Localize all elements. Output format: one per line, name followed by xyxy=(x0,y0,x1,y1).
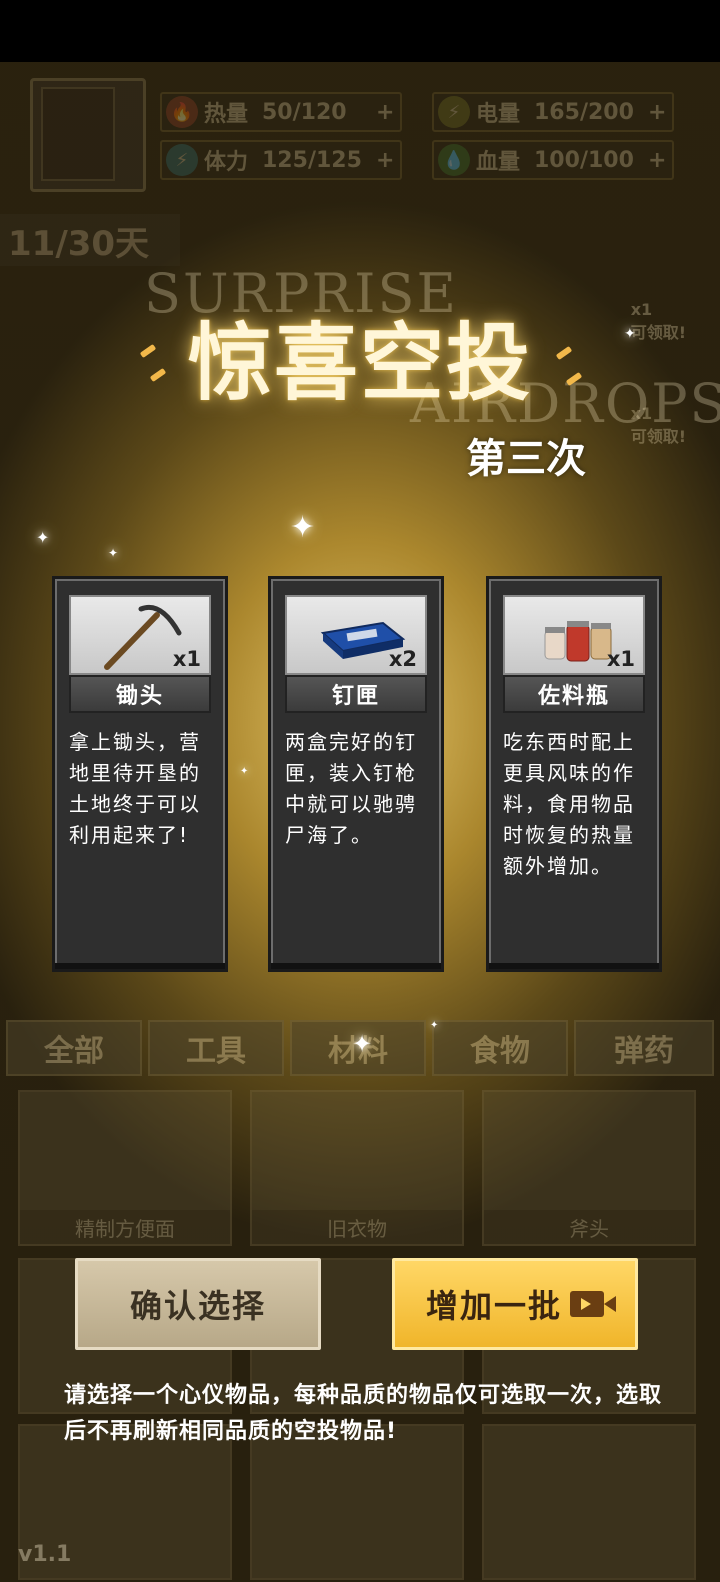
airdrop-card-pickaxe[interactable]: x1 锄头 拿上锄头，营地里待开垦的土地终于可以利用起来了! xyxy=(52,576,228,972)
card-description: 吃东西时配上更具风味的作料，食用物品时恢复的热量额外增加。 xyxy=(503,730,635,878)
tab-food[interactable]: 食物 xyxy=(432,1020,568,1076)
sparkle-icon: ✦ xyxy=(430,1020,439,1031)
avatar xyxy=(30,78,146,192)
battery-icon: ⚡ xyxy=(438,96,470,128)
card-name: 钉匣 xyxy=(285,675,427,713)
confirm-selection-button[interactable]: 确认选择 xyxy=(75,1258,321,1350)
video-camera-icon xyxy=(570,1291,616,1317)
fire-icon: 🔥 xyxy=(166,96,198,128)
version-label: v1.1 xyxy=(18,1542,72,1567)
airdrop-title: 惊喜空投 xyxy=(188,313,533,412)
sparkle-icon: ✦ xyxy=(624,326,636,342)
airdrop-card-spice[interactable]: x1 佐料瓶 吃东西时配上更具风味的作料，食用物品时恢复的热量额外增加。 xyxy=(486,576,662,972)
card-description: 拿上锄头，营地里待开垦的土地终于可以利用起来了! xyxy=(69,730,201,847)
card-image: x2 xyxy=(285,595,427,675)
stat-power: ⚡ 电量 165/200 + xyxy=(432,92,674,132)
tab-all[interactable]: 全部 xyxy=(6,1020,142,1076)
stat-stamina: ⚡ 体力 125/125 + xyxy=(160,140,402,180)
inventory-item[interactable]: 旧衣物 xyxy=(250,1090,464,1246)
blood-drop-icon: 💧 xyxy=(438,144,470,176)
sparkle-icon: ✦ xyxy=(240,766,249,777)
lightning-icon: ⚡ xyxy=(166,144,198,176)
card-description: 两盒完好的钉匣，装入钉枪中就可以驰骋尸海了。 xyxy=(285,730,417,847)
inventory-item[interactable]: 精制方便面 xyxy=(18,1090,232,1246)
inventory-item[interactable]: 斧头 xyxy=(482,1090,696,1246)
sparkle-icon: ✦ xyxy=(290,510,316,545)
day-counter: 11/30天 xyxy=(0,214,180,266)
stat-health: 💧 血量 100/100 + xyxy=(432,140,674,180)
add-batch-button[interactable]: 增加一批 xyxy=(392,1258,638,1350)
selection-notice: 请选择一个心仪物品，每种品质的物品仅可选取一次，选取后不再刷新相同品质的空投物品… xyxy=(64,1383,663,1444)
airdrop-round: 第三次 xyxy=(466,436,586,482)
sparkle-icon: ✦ xyxy=(352,1030,373,1058)
card-image: x1 xyxy=(69,595,211,675)
card-name: 佐料瓶 xyxy=(503,675,645,713)
card-name: 锄头 xyxy=(69,675,211,713)
card-image: x1 xyxy=(503,595,645,675)
side-reward-1: x1 可领取! xyxy=(630,300,686,342)
tab-ammo[interactable]: 弹药 xyxy=(574,1020,714,1076)
stat-heat: 🔥 热量 50/120 + xyxy=(160,92,402,132)
sparkle-icon: ✦ xyxy=(108,546,119,560)
sparkle-icon: ✦ xyxy=(36,528,50,547)
tab-tools[interactable]: 工具 xyxy=(148,1020,284,1076)
airdrop-card-nailbox[interactable]: x2 钉匣 两盒完好的钉匣，装入钉枪中就可以驰骋尸海了。 xyxy=(268,576,444,972)
